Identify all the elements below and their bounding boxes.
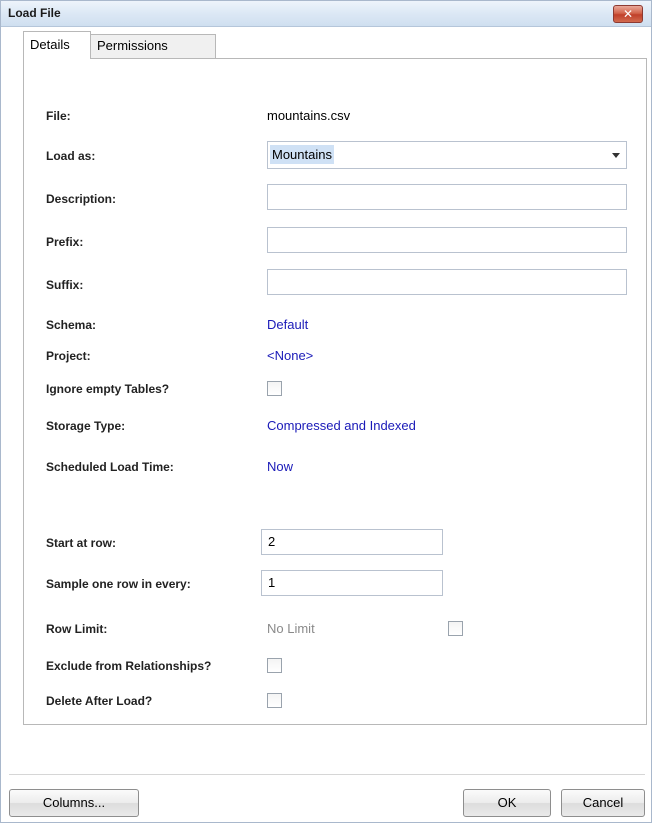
dialog-title: Load File	[8, 6, 61, 20]
schema-label: Schema:	[46, 318, 97, 332]
row-limit-checkbox[interactable]	[448, 621, 463, 636]
file-value: mountains.csv	[267, 108, 351, 123]
storage-type-link[interactable]: Compressed and Indexed	[267, 418, 416, 433]
load-as-label: Load as:	[46, 149, 96, 163]
load-as-selected-value: Mountains	[270, 145, 334, 164]
delete-after-load-label: Delete After Load?	[46, 694, 153, 708]
start-at-row-field[interactable]: 2	[261, 529, 443, 555]
exclude-relationships-label: Exclude from Relationships?	[46, 659, 212, 673]
prefix-field[interactable]	[267, 227, 627, 253]
sample-row-label: Sample one row in every:	[46, 577, 191, 591]
start-at-row-label: Start at row:	[46, 536, 117, 550]
ok-button[interactable]: OK	[463, 789, 551, 817]
sample-row-field[interactable]: 1	[261, 570, 443, 596]
delete-after-load-checkbox[interactable]	[267, 693, 282, 708]
storage-type-label: Storage Type:	[46, 419, 126, 433]
load-file-dialog: Load File ✕ Details Permissions File: mo…	[0, 0, 652, 823]
prefix-label: Prefix:	[46, 235, 84, 249]
tab-details[interactable]: Details	[23, 31, 91, 59]
project-label: Project:	[46, 349, 91, 363]
project-link[interactable]: <None>	[267, 348, 313, 363]
ignore-empty-tables-label: Ignore empty Tables?	[46, 382, 170, 396]
schema-link[interactable]: Default	[267, 317, 308, 332]
description-field[interactable]	[267, 184, 627, 210]
exclude-relationships-checkbox[interactable]	[267, 658, 282, 673]
suffix-field[interactable]	[267, 269, 627, 295]
scheduled-load-time-link[interactable]: Now	[267, 459, 293, 474]
load-as-select[interactable]: Mountains	[267, 141, 627, 169]
description-label: Description:	[46, 192, 117, 206]
title-bar[interactable]: Load File ✕	[1, 1, 651, 27]
file-label: File:	[46, 109, 71, 123]
footer-separator	[9, 774, 645, 775]
tab-permissions[interactable]: Permissions	[91, 34, 216, 58]
suffix-label: Suffix:	[46, 278, 84, 292]
row-limit-label: Row Limit:	[46, 622, 108, 636]
columns-button[interactable]: Columns...	[9, 789, 139, 817]
row-limit-value: No Limit	[267, 621, 315, 636]
details-panel: File: mountains.csv Load as: Mountains D…	[23, 58, 647, 725]
scheduled-load-time-label: Scheduled Load Time:	[46, 460, 174, 474]
chevron-down-icon[interactable]	[612, 153, 620, 158]
cancel-button[interactable]: Cancel	[561, 789, 645, 817]
close-button[interactable]: ✕	[613, 5, 643, 23]
close-icon: ✕	[622, 7, 634, 21]
ignore-empty-tables-checkbox[interactable]	[267, 381, 282, 396]
